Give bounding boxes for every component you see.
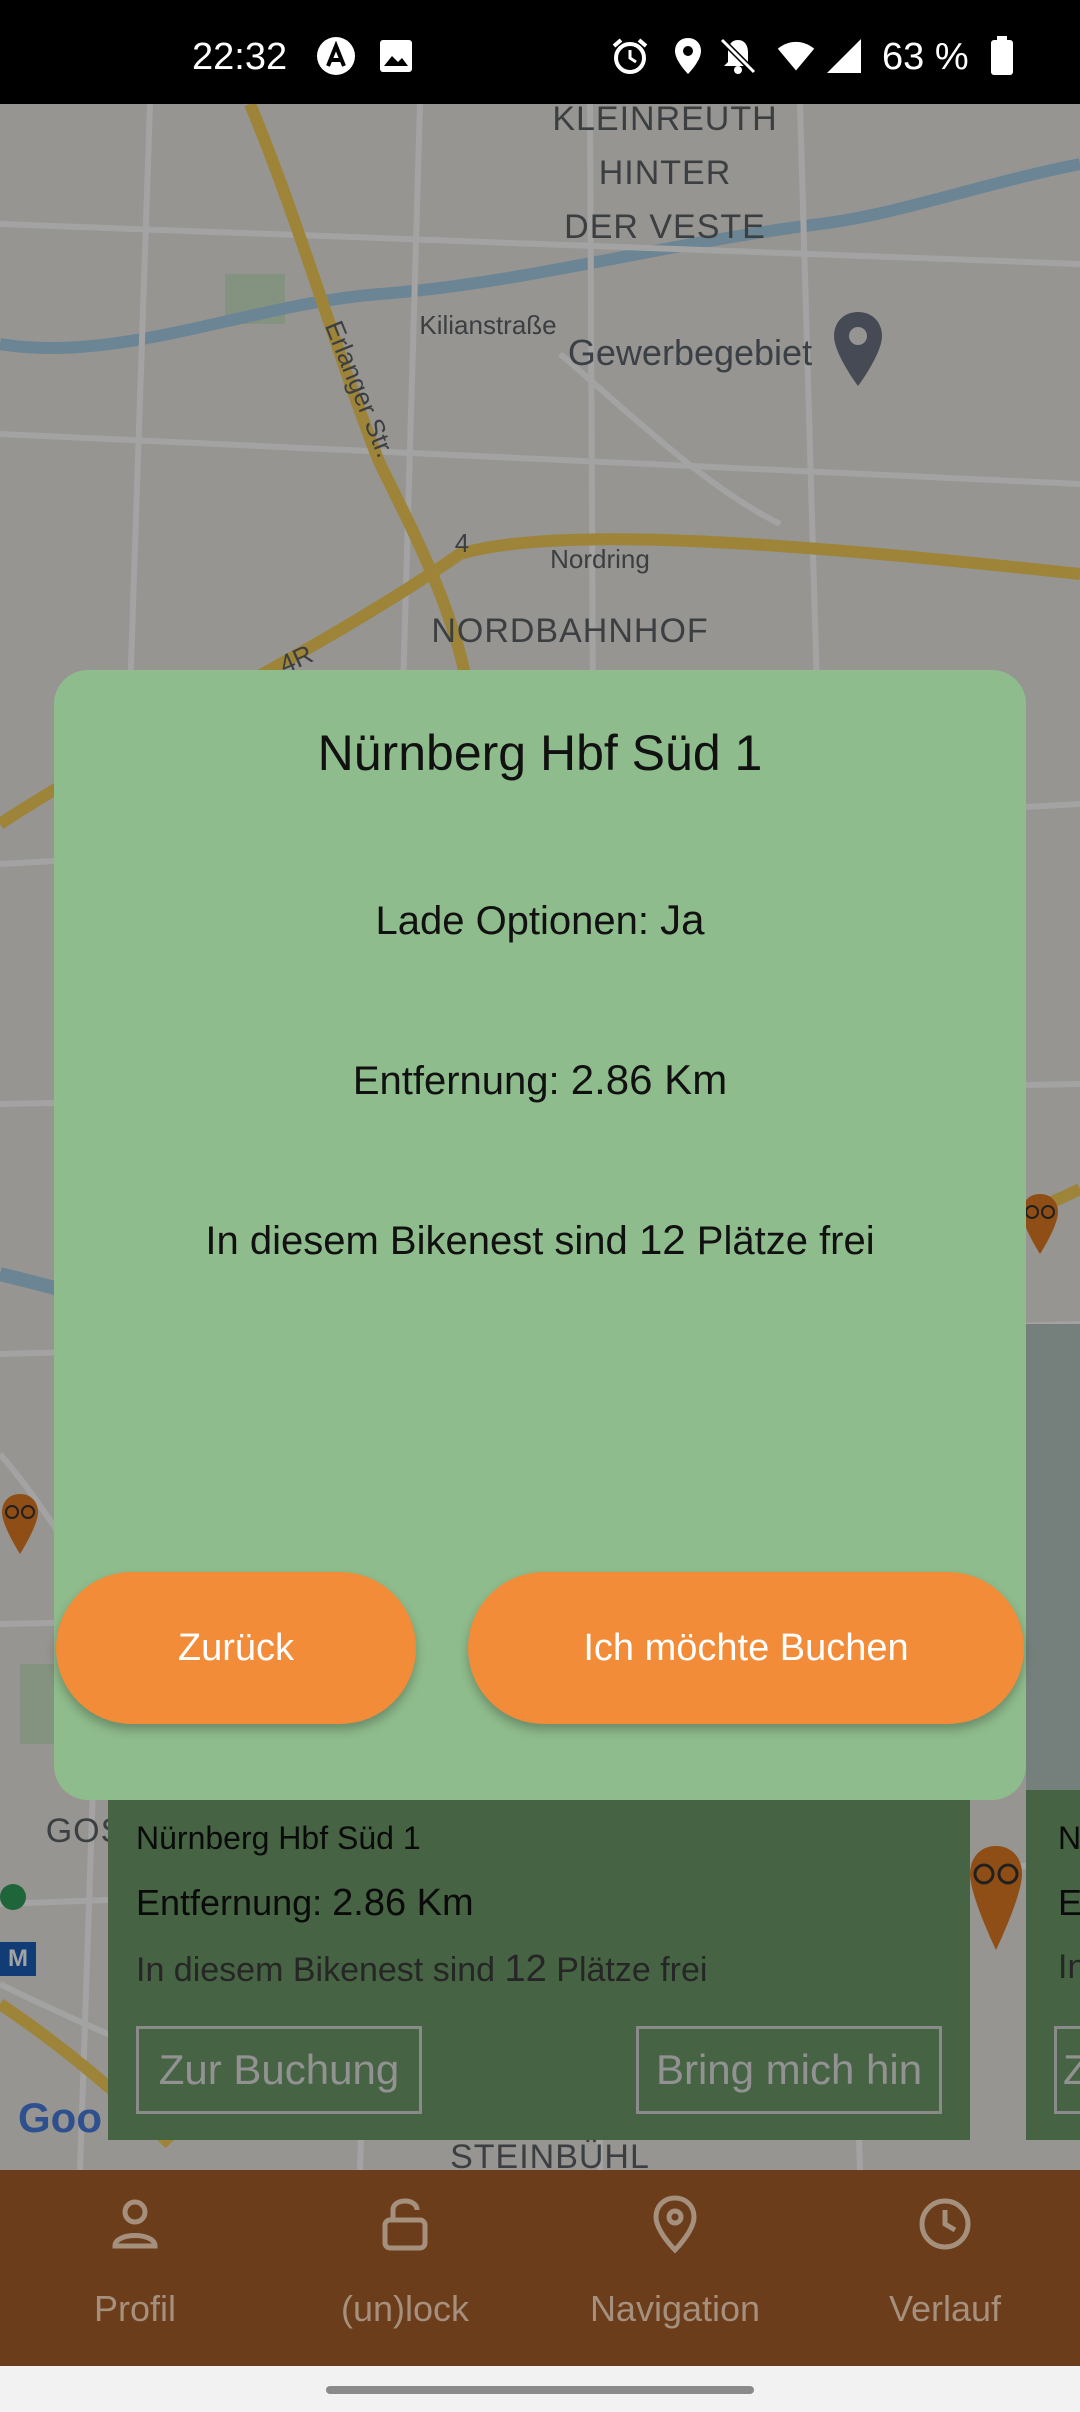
alarm-icon: [610, 36, 650, 76]
person-icon: [105, 2194, 165, 2254]
nav-label-verlauf: Verlauf: [888, 2288, 1002, 2329]
dialog-distance-label: Entfernung:: [352, 1059, 560, 1103]
dialog-free-row: In diesem Bikenest sind 12 Plätze frei: [54, 1216, 1026, 1264]
notifications-off-icon: [718, 36, 758, 76]
nav-label-unlock: (un)lock: [340, 2288, 470, 2329]
wifi-icon: [776, 36, 816, 76]
location-pin-icon: [645, 2194, 705, 2254]
status-bar: 22:32 63 %: [0, 0, 1080, 104]
dialog-charging-value: Ja: [660, 896, 705, 943]
nav-item-navigation[interactable]: Navigation: [540, 2170, 810, 2366]
assistant-icon: [316, 36, 356, 76]
gesture-area: [0, 2366, 1080, 2412]
battery-percentage: 63 %: [882, 36, 969, 78]
gallery-icon: [376, 36, 416, 76]
bottom-navigation: Profil (un)lock Navigation Verlauf: [0, 2170, 1080, 2366]
nav-label-navigation: Navigation: [589, 2288, 761, 2329]
lock-icon: [375, 2194, 435, 2254]
bikenest-dialog: Nürnberg Hbf Süd 1 Lade Optionen: Ja Ent…: [54, 670, 1026, 1800]
location-icon: [668, 36, 708, 76]
nav-item-profil[interactable]: Profil: [0, 2170, 270, 2366]
back-button[interactable]: Zurück: [56, 1572, 416, 1724]
dialog-charging-row: Lade Optionen: Ja: [54, 896, 1026, 944]
book-button[interactable]: Ich möchte Buchen: [468, 1572, 1024, 1724]
dialog-free-prefix: In diesem Bikenest sind: [205, 1219, 628, 1263]
status-time: 22:32: [192, 36, 288, 78]
dialog-distance-row: Entfernung: 2.86 Km: [54, 1056, 1026, 1104]
battery-icon: [982, 36, 1022, 76]
nav-item-verlauf[interactable]: Verlauf: [810, 2170, 1080, 2366]
nav-label-profil: Profil: [93, 2288, 177, 2329]
dialog-distance-value: 2.86 Km: [570, 1056, 728, 1103]
dialog-charging-label: Lade Optionen:: [375, 899, 650, 943]
dialog-title: Nürnberg Hbf Süd 1: [317, 725, 763, 781]
signal-icon: [824, 36, 864, 76]
dialog-free-suffix: Plätze frei: [696, 1219, 875, 1263]
nav-item-unlock[interactable]: (un)lock: [270, 2170, 540, 2366]
clock-icon: [915, 2194, 975, 2254]
dialog-free-count: 12: [638, 1216, 686, 1263]
gesture-handle[interactable]: [326, 2386, 754, 2394]
